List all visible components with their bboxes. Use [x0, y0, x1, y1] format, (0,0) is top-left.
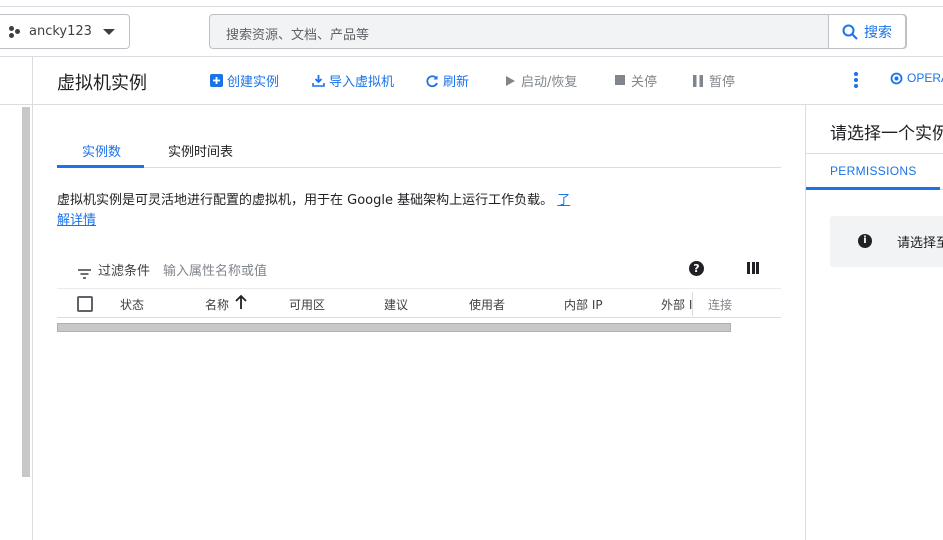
search-box[interactable]: 搜索资源、文档、产品等 搜索 [209, 14, 907, 49]
filter-bar: 过滤条件 输入属性名称或值 ? [57, 255, 781, 285]
play-icon [503, 74, 517, 88]
stop-label: 关停 [631, 75, 658, 90]
active-tab-indicator [57, 165, 144, 168]
info-icon: i [858, 234, 872, 248]
search-input[interactable]: 搜索资源、文档、产品等 [226, 24, 369, 43]
action-bar: 虚拟机实例 创建实例 导入虚拟机 刷新 启动/恢复 关停 暂停 OPER [33, 57, 943, 105]
col-connect[interactable]: 连接 [708, 296, 732, 313]
left-nav-scrollbar[interactable] [22, 107, 30, 477]
instance-tabs: 实例数 实例时间表 [57, 135, 781, 168]
col-zone[interactable]: 可用区 [289, 296, 325, 313]
pause-button[interactable]: 暂停 [691, 71, 735, 90]
search-icon [842, 24, 858, 40]
project-name: ancky123 [29, 24, 92, 39]
tab-instance-schedules[interactable]: 实例时间表 [168, 141, 233, 160]
learn-more-link[interactable]: 了 [557, 193, 570, 208]
filter-label[interactable]: 过滤条件 [98, 260, 150, 279]
stop-icon [613, 74, 627, 88]
more-vert-icon[interactable] [853, 71, 859, 89]
search-button-label: 搜索 [864, 24, 892, 41]
learn-more-link-cont[interactable]: 解详情 [57, 213, 96, 228]
left-nav-divider [0, 104, 33, 105]
start-resume-button[interactable]: 启动/恢复 [503, 71, 577, 90]
help-icon[interactable]: ? [689, 261, 704, 276]
operations-button[interactable]: OPERA [889, 71, 943, 85]
pause-icon [691, 74, 705, 88]
info-panel-tabs: PERMISSIONS [806, 153, 943, 190]
left-nav [0, 57, 33, 540]
description: 虚拟机实例是可灵活地进行配置的虚拟机，用于在 Google 基础架构上运行工作负… [57, 191, 597, 231]
refresh-button[interactable]: 刷新 [425, 71, 469, 90]
table-horizontal-scrollbar[interactable] [57, 323, 731, 332]
select-all-checkbox[interactable] [77, 296, 93, 312]
add-box-icon [209, 74, 223, 88]
tab-permissions[interactable]: PERMISSIONS [830, 164, 917, 178]
top-bar: ancky123 搜索资源、文档、产品等 搜索 [0, 7, 943, 57]
operations-icon [889, 71, 903, 85]
sort-arrow-up-icon[interactable] [235, 294, 247, 312]
project-picker[interactable]: ancky123 [0, 14, 130, 49]
active-tab-indicator [806, 187, 940, 190]
col-in-use-by[interactable]: 使用者 [469, 296, 505, 313]
info-panel: 请选择一个实例 PERMISSIONS i 请选择至少一个 [805, 105, 943, 540]
pause-label: 暂停 [709, 75, 736, 90]
refresh-label: 刷新 [443, 75, 470, 90]
refresh-icon [425, 74, 439, 88]
description-text: 虚拟机实例是可灵活地进行配置的虚拟机，用于在 Google 基础架构上运行工作负… [57, 193, 554, 208]
search-button[interactable]: 搜索 [828, 14, 906, 49]
info-message-text: 请选择至少一个 [897, 236, 943, 251]
project-icon [9, 25, 21, 38]
column-display-icon[interactable] [747, 262, 759, 274]
col-recommendation[interactable]: 建议 [384, 296, 408, 313]
download-icon [311, 74, 325, 88]
instances-table-header: 状态 名称 可用区 建议 使用者 内部 IP 外部 I 连接 [57, 288, 781, 318]
main-panel: 实例数 实例时间表 虚拟机实例是可灵活地进行配置的虚拟机，用于在 Google … [33, 105, 805, 540]
start-resume-label: 启动/恢复 [521, 75, 578, 90]
top-edge [0, 0, 943, 7]
col-internal-ip[interactable]: 内部 IP [564, 296, 603, 313]
import-vm-label: 导入虚拟机 [329, 75, 395, 90]
info-message: i 请选择至少一个 [830, 216, 943, 267]
col-external-ip[interactable]: 外部 I [661, 296, 692, 313]
col-status[interactable]: 状态 [120, 296, 144, 313]
info-panel-title: 请选择一个实例 [830, 124, 943, 144]
create-instance-button[interactable]: 创建实例 [209, 71, 279, 90]
stop-button[interactable]: 关停 [613, 71, 657, 90]
filter-list-icon [78, 264, 91, 283]
tab-instances[interactable]: 实例数 [82, 141, 121, 160]
page-title: 虚拟机实例 [57, 73, 147, 94]
import-vm-button[interactable]: 导入虚拟机 [311, 71, 394, 90]
sticky-column-divider [692, 292, 693, 316]
filter-input[interactable]: 输入属性名称或值 [163, 260, 267, 279]
create-instance-label: 创建实例 [227, 75, 280, 90]
chevron-down-icon [103, 29, 115, 35]
col-name[interactable]: 名称 [205, 296, 229, 313]
operations-label: OPERA [907, 71, 943, 85]
